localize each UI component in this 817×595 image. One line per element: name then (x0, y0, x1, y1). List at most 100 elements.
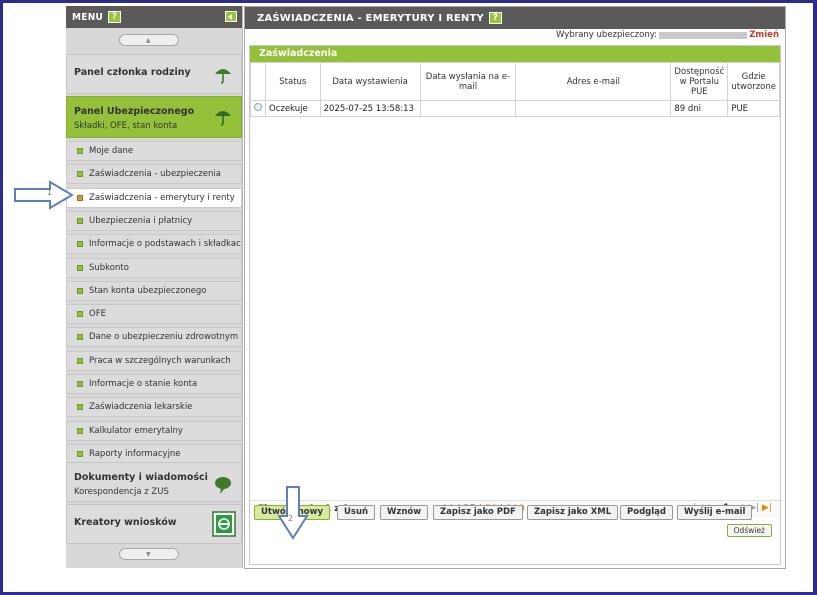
panel-insured[interactable]: Panel Ubezpieczonego Składki, OFE, stan … (66, 96, 242, 138)
sidebar-menu-item-label: Informacje o podstawach i składkach (89, 239, 242, 250)
speech-bubble-icon (215, 477, 231, 494)
sidebar-menu-item[interactable]: Subkonto (66, 257, 242, 278)
sidebar-menu-item[interactable]: Informacje o podstawach i składkach (66, 234, 242, 255)
sidebar-menu-item[interactable]: Stan konta ubezpieczonego (66, 280, 242, 301)
bullet-icon (77, 404, 83, 411)
section-title: Zaświadczenia (250, 46, 780, 62)
insured-label: Wybrany ubezpieczony: (556, 30, 657, 40)
column-header[interactable]: Gdzie utworzone (727, 62, 780, 101)
sidebar-menu-item-label: Zaświadczenia - ubezpieczenia (89, 169, 221, 180)
bullet-icon (77, 171, 83, 178)
column-header[interactable]: Dostępność w Portalu PUE (670, 62, 729, 101)
panel-insured-subtitle: Składki, OFE, stan konta (74, 121, 178, 131)
resume-button[interactable]: Wznów (380, 505, 429, 520)
table-cell (515, 100, 672, 117)
sidebar-menu-item-label: Moje dane (89, 146, 134, 156)
bullet-icon (77, 357, 83, 364)
action-toolbar: Utwórz nowy Usuń Wznów Zapisz jako PDF Zapis… (249, 505, 779, 527)
sidebar-menu-item[interactable]: Raporty informacyjne (66, 443, 242, 464)
sidebar-menu-item[interactable]: Zaświadczenia lekarskie (66, 397, 242, 418)
sidebar-menu: MENU ? ▲ Panel członka rodziny Panel Ube… (66, 6, 243, 568)
column-header[interactable]: Status (265, 62, 321, 101)
sidebar-menu-item-label: OFE (89, 309, 106, 320)
bullet-icon (77, 450, 83, 457)
panel-creators[interactable]: Kreatory wniosków (66, 504, 242, 544)
certificates-section: Zaświadczenia Status Data wystawienia Data… (249, 45, 781, 565)
sidebar-menu-item-label: Subkonto (89, 262, 129, 273)
table-cell (419, 100, 517, 117)
scroll-down-button[interactable]: ▼ (119, 548, 179, 560)
certificates-table: Status Data wystawienia Data wysłania na e… (250, 62, 780, 117)
sidebar-menu-item-label: Raporty informacyjne (89, 448, 181, 459)
column-header[interactable]: Adres e-mail (515, 62, 672, 101)
sidebar-menu-item-label: Stan konta ubezpieczonego (89, 285, 207, 296)
bullet-icon (77, 334, 83, 341)
sidebar-menu-item-label: Praca w szczególnych warunkach (89, 355, 231, 366)
page-header: ZAŚWIADCZENIA - EMERYTURY I RENTY ? (245, 7, 785, 29)
save-pdf-button[interactable]: Zapisz jako PDF (433, 505, 523, 520)
sidebar-menu-item[interactable]: Praca w szczególnych warunkach (66, 350, 242, 371)
save-xml-button[interactable]: Zapisz jako XML (527, 505, 619, 520)
bullet-icon (77, 194, 83, 201)
table-cell: PUE (727, 100, 780, 117)
collapse-menu-icon[interactable] (225, 11, 237, 22)
select-column-header (250, 62, 266, 101)
table-cell: 89 dni (670, 100, 729, 117)
delete-button[interactable]: Usuń (337, 505, 376, 520)
preview-button[interactable]: Podgląd (620, 505, 673, 520)
bullet-icon (77, 217, 83, 224)
bullet-icon (77, 287, 83, 294)
main-panel: ZAŚWIADCZENIA - EMERYTURY I RENTY ? Wybr… (244, 6, 786, 569)
panel-documents-title: Dokumenty i wiadomości (74, 472, 208, 483)
sidebar-menu-item[interactable]: OFE (66, 304, 242, 325)
menu-header: MENU ? (66, 6, 242, 28)
panel-insured-title: Panel Ubezpieczonego (74, 106, 195, 117)
bullet-icon (77, 381, 83, 387)
bullet-icon (77, 427, 83, 434)
sidebar-menu-item-label: Zaświadczenia - emerytury i renty (89, 192, 235, 203)
column-header[interactable]: Data wysłania na e-mail (419, 62, 517, 101)
panel-documents[interactable]: Dokumenty i wiadomości Korespondencja z … (66, 462, 242, 502)
sidebar-menu-item-label: Ubezpieczenia i płatnicy (89, 215, 193, 226)
table-cell: 2025-07-25 13:58:13 (319, 100, 421, 117)
panel-documents-subtitle: Korespondencja z ZUS (74, 487, 169, 497)
panel-family-member[interactable]: Panel członka rodziny (66, 54, 242, 94)
annotation-arrow-down-icon (277, 486, 309, 540)
row-radio-button[interactable] (254, 103, 262, 111)
sidebar-menu-item-label: Kalkulator emerytalny (89, 425, 183, 436)
sidebar-menu-item[interactable]: Informacje o stanie konta (66, 374, 242, 394)
umbrella-icon (215, 111, 231, 126)
panel-creators-title: Kreatory wniosków (74, 517, 177, 528)
sidebar-menu-item[interactable]: Zaświadczenia - emerytury i renty (66, 187, 242, 208)
page-help-icon[interactable]: ? (488, 12, 502, 24)
row-select-cell[interactable] (250, 100, 266, 117)
bullet-icon (77, 264, 83, 271)
panel-family-title: Panel członka rodziny (74, 67, 191, 78)
insured-name-redacted (659, 32, 747, 39)
sidebar-menu-item[interactable]: Ubezpieczenia i płatnicy (66, 210, 242, 231)
menu-help-icon[interactable]: ? (108, 11, 122, 23)
page-title: ZAŚWIADCZENIA - EMERYTURY I RENTY (257, 12, 484, 24)
annotation-arrow-right-icon (14, 180, 74, 210)
sidebar-menu-item[interactable]: Moje dane (66, 141, 242, 161)
scroll-up-button[interactable]: ▲ (119, 34, 179, 46)
bullet-icon (77, 148, 83, 154)
insured-selector: Wybrany ubezpieczony: Zmień (245, 29, 785, 41)
bullet-icon (77, 241, 83, 248)
table-row[interactable]: Oczekuje 2025-07-25 13:58:13 89 dni PUE (250, 100, 780, 117)
menu-title: MENU (72, 11, 104, 23)
sidebar-menu-item[interactable]: Zaświadczenia - ubezpieczenia (66, 164, 242, 185)
table-cell: Oczekuje (265, 100, 321, 117)
column-header[interactable]: Data wystawienia (319, 62, 421, 101)
table-header-row: Status Data wystawienia Data wysłania na e… (250, 62, 780, 101)
form-document-icon (212, 511, 236, 537)
sidebar-menu-item[interactable]: Kalkulator emerytalny (66, 420, 242, 441)
change-insured-link[interactable]: Zmień (749, 30, 779, 40)
umbrella-icon (215, 69, 231, 84)
annotation-number-2: 2 (288, 514, 294, 523)
send-email-button[interactable]: Wyślij e-mail (677, 505, 753, 520)
sidebar-menu-item-label: Zaświadczenia lekarskie (89, 402, 193, 413)
sidebar-menu-item[interactable]: Dane o ubezpieczeniu zdrowotnym (66, 327, 242, 348)
bullet-icon (77, 311, 83, 318)
sidebar-menu-item-label: Informacje o stanie konta (89, 379, 198, 389)
